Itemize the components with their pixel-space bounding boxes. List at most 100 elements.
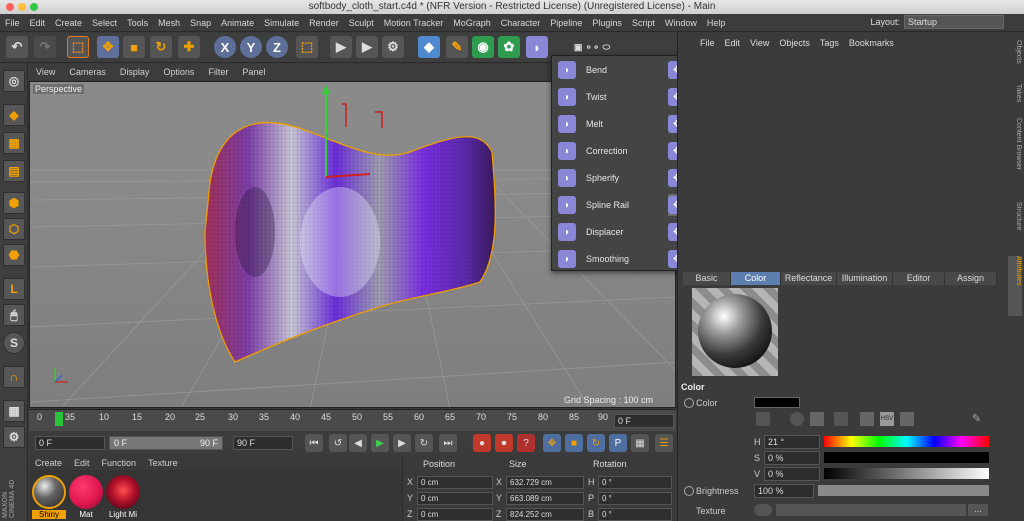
menu-create[interactable]: Create xyxy=(50,14,87,32)
key-rotation-icon[interactable]: ↻ xyxy=(587,434,605,452)
autokey-icon[interactable]: ⏺ xyxy=(495,434,513,452)
material-label-shiny[interactable]: Shiny xyxy=(32,510,66,519)
rgb-mode-icon[interactable] xyxy=(860,412,874,426)
deformer-item-displacer[interactable]: ◗ Displacer xyxy=(558,221,666,243)
z-axis-lock-icon[interactable]: Z xyxy=(266,36,288,58)
menu-script[interactable]: Script xyxy=(627,14,660,32)
brightness-slider[interactable] xyxy=(818,485,989,496)
attr-tab-color[interactable]: Color xyxy=(731,272,781,285)
side-tab-structure[interactable]: Structure xyxy=(1008,202,1022,252)
viewport-menu-filter[interactable]: Filter xyxy=(201,64,235,80)
eyedropper-icon[interactable]: ✎ xyxy=(972,412,981,425)
deformer-item-spherify[interactable]: ◗ Spherify xyxy=(558,167,666,189)
menu-render[interactable]: Render xyxy=(304,14,344,32)
rot-p-field[interactable]: 0 ° xyxy=(598,492,672,505)
menu-character[interactable]: Character xyxy=(496,14,546,32)
deformer-item-twist[interactable]: ◗ Twist xyxy=(558,86,666,108)
material-menu-edit[interactable]: Edit xyxy=(68,456,96,470)
locked-workplane-icon[interactable]: ⚙ xyxy=(3,426,25,448)
x-axis-lock-icon[interactable]: X xyxy=(214,36,236,58)
mixer-icon[interactable] xyxy=(834,412,848,426)
material-menu-function[interactable]: Function xyxy=(96,456,143,470)
material-label-light[interactable]: Light Mi xyxy=(106,510,140,519)
minimize-window-button[interactable] xyxy=(18,3,26,11)
menu-motion-tracker[interactable]: Motion Tracker xyxy=(379,14,449,32)
attr-tab-illumination[interactable]: Illumination xyxy=(837,272,893,285)
rot-b-field[interactable]: 0 ° xyxy=(598,508,672,521)
attr-tab-reflectance[interactable]: Reflectance xyxy=(781,272,837,285)
attr-tab-basic[interactable]: Basic xyxy=(683,272,731,285)
size-x-field[interactable]: 632.729 cm xyxy=(506,476,584,489)
material-menu-create[interactable]: Create xyxy=(29,456,68,470)
material-menu-texture[interactable]: Texture xyxy=(142,456,184,470)
size-z-field[interactable]: 824.252 cm xyxy=(506,508,584,521)
y-axis-arrow-icon[interactable] xyxy=(322,85,330,94)
cube-primitive-icon[interactable]: ◆ xyxy=(418,36,440,58)
key-position-icon[interactable]: ✥ xyxy=(543,434,561,452)
menu-snap[interactable]: Snap xyxy=(185,14,216,32)
magnet-icon[interactable]: ∩ xyxy=(3,366,25,388)
objects-menu-objects[interactable]: Objects xyxy=(774,36,815,50)
make-editable-icon[interactable]: ◎ xyxy=(3,70,25,92)
pos-x-field[interactable]: 0 cm xyxy=(417,476,493,489)
scale-tool-icon[interactable]: ■ xyxy=(123,36,145,58)
previous-key-icon[interactable]: ↺ xyxy=(329,434,347,452)
key-scale-icon[interactable]: ■ xyxy=(565,434,583,452)
viewport-menu-options[interactable]: Options xyxy=(156,64,201,80)
deformer-item-smoothing[interactable]: ◗ Smoothing xyxy=(558,248,666,270)
rot-h-field[interactable]: 0 ° xyxy=(598,476,672,489)
material-swatch-shiny[interactable] xyxy=(32,475,66,509)
deformer-icon[interactable]: ◗ xyxy=(526,36,548,58)
attr-tab-assign[interactable]: Assign xyxy=(945,272,997,285)
menu-sculpt[interactable]: Sculpt xyxy=(344,14,379,32)
z-rotate-handle[interactable] xyxy=(375,111,383,128)
live-selection-icon[interactable]: ⬚ xyxy=(67,36,89,58)
objects-menu-edit[interactable]: Edit xyxy=(720,36,746,50)
menu-animate[interactable]: Animate xyxy=(216,14,259,32)
record-icon[interactable]: ● xyxy=(473,434,491,452)
layout-dropdown[interactable]: Startup xyxy=(904,15,1004,29)
render-settings-icon[interactable]: ⚙ xyxy=(382,36,404,58)
side-tab-attributes[interactable]: Attributes xyxy=(1008,256,1022,316)
redo-icon[interactable]: ↷ xyxy=(34,36,56,58)
axis-mode-icon[interactable]: L xyxy=(3,278,25,300)
pen-spline-icon[interactable]: ✎ xyxy=(446,36,468,58)
menu-pipeline[interactable]: Pipeline xyxy=(545,14,587,32)
texture-browse-button[interactable]: ... xyxy=(968,504,988,516)
deformer-item-melt[interactable]: ◗ Melt xyxy=(558,113,666,135)
viewport-menu-panel[interactable]: Panel xyxy=(235,64,272,80)
viewport-menu-view[interactable]: View xyxy=(29,64,62,80)
edges-mode-icon[interactable]: ⬡ xyxy=(3,218,25,240)
render-picture-viewer-icon[interactable]: ▶ xyxy=(356,36,378,58)
brightness-field[interactable]: 100 % xyxy=(754,484,814,498)
objects-menu-view[interactable]: View xyxy=(745,36,774,50)
model-mode-icon[interactable]: ◆ xyxy=(3,104,25,126)
image-picker-icon[interactable] xyxy=(810,412,824,426)
viewport-menu-cameras[interactable]: Cameras xyxy=(62,64,113,80)
pos-z-field[interactable]: 0 cm xyxy=(417,508,493,521)
snapping-icon[interactable]: S xyxy=(3,332,25,354)
hue-field[interactable]: 21 ° xyxy=(764,435,820,449)
saturation-field[interactable]: 0 % xyxy=(764,451,820,465)
tweak-mode-icon[interactable]: 🖱 xyxy=(3,304,25,326)
saturation-slider[interactable] xyxy=(824,452,989,463)
deformer-item-bend[interactable]: ◗ Bend xyxy=(558,59,666,81)
timeline-menu-icon[interactable]: ☰ xyxy=(655,434,673,452)
next-frame-icon[interactable]: ▶ xyxy=(393,434,411,452)
y-axis-lock-icon[interactable]: Y xyxy=(240,36,262,58)
side-tab-takes[interactable]: Takes xyxy=(1008,84,1022,114)
objects-menu-bookmarks[interactable]: Bookmarks xyxy=(844,36,899,50)
material-swatch-mat[interactable] xyxy=(69,475,103,509)
menu-select[interactable]: Select xyxy=(87,14,122,32)
deformer-item-spline-rail[interactable]: ◗ Spline Rail xyxy=(558,194,666,216)
texture-dropdown-icon[interactable] xyxy=(754,504,772,516)
menu-plugins[interactable]: Plugins xyxy=(587,14,627,32)
zoom-window-button[interactable] xyxy=(30,3,38,11)
hsv-mode-icon[interactable]: HSV xyxy=(880,412,894,426)
side-tab-objects[interactable]: Objects xyxy=(1008,40,1022,80)
play-icon[interactable]: ▶ xyxy=(371,434,389,452)
cloner-icon[interactable]: ✿ xyxy=(498,36,520,58)
value-slider[interactable] xyxy=(824,468,989,479)
previous-frame-icon[interactable]: ◀ xyxy=(349,434,367,452)
key-parameter-icon[interactable]: P xyxy=(609,434,627,452)
